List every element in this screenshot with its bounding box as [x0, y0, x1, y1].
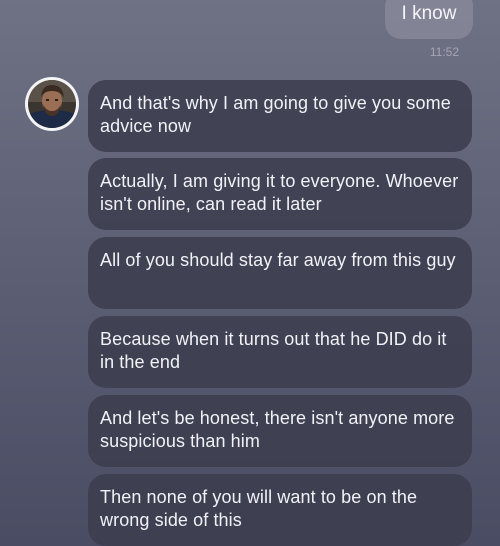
received-message-text: And that's why I am going to give you so… — [100, 93, 451, 136]
received-message-bubble[interactable]: Because when it turns out that he DID do… — [88, 316, 472, 388]
received-message-bubble[interactable]: And let's be honest, there isn't anyone … — [88, 395, 472, 467]
received-message-text: And let's be honest, there isn't anyone … — [100, 408, 455, 451]
sent-message-text: I know — [401, 3, 457, 24]
received-message-text: Then none of you will want to be on the … — [100, 487, 418, 530]
received-message-text: Because when it turns out that he DID do… — [100, 329, 447, 372]
sent-message-bubble[interactable]: I know — [385, 0, 473, 39]
message-timestamp: 11:52 — [429, 45, 459, 59]
received-message-bubble[interactable]: And that's why I am going to give you so… — [88, 80, 472, 152]
received-message-text: All of you should stay far away from thi… — [100, 250, 456, 270]
chat-thread: I know 11:52 And that's why I am going t… — [0, 0, 500, 546]
received-message-bubble[interactable]: Actually, I am giving it to everyone. Wh… — [88, 158, 472, 230]
avatar[interactable] — [25, 77, 79, 131]
received-message-text: Actually, I am giving it to everyone. Wh… — [100, 171, 459, 214]
profile-photo-icon — [28, 80, 76, 128]
received-message-bubble[interactable]: All of you should stay far away from thi… — [88, 237, 472, 309]
received-message-bubble[interactable]: Then none of you will want to be on the … — [88, 474, 472, 546]
